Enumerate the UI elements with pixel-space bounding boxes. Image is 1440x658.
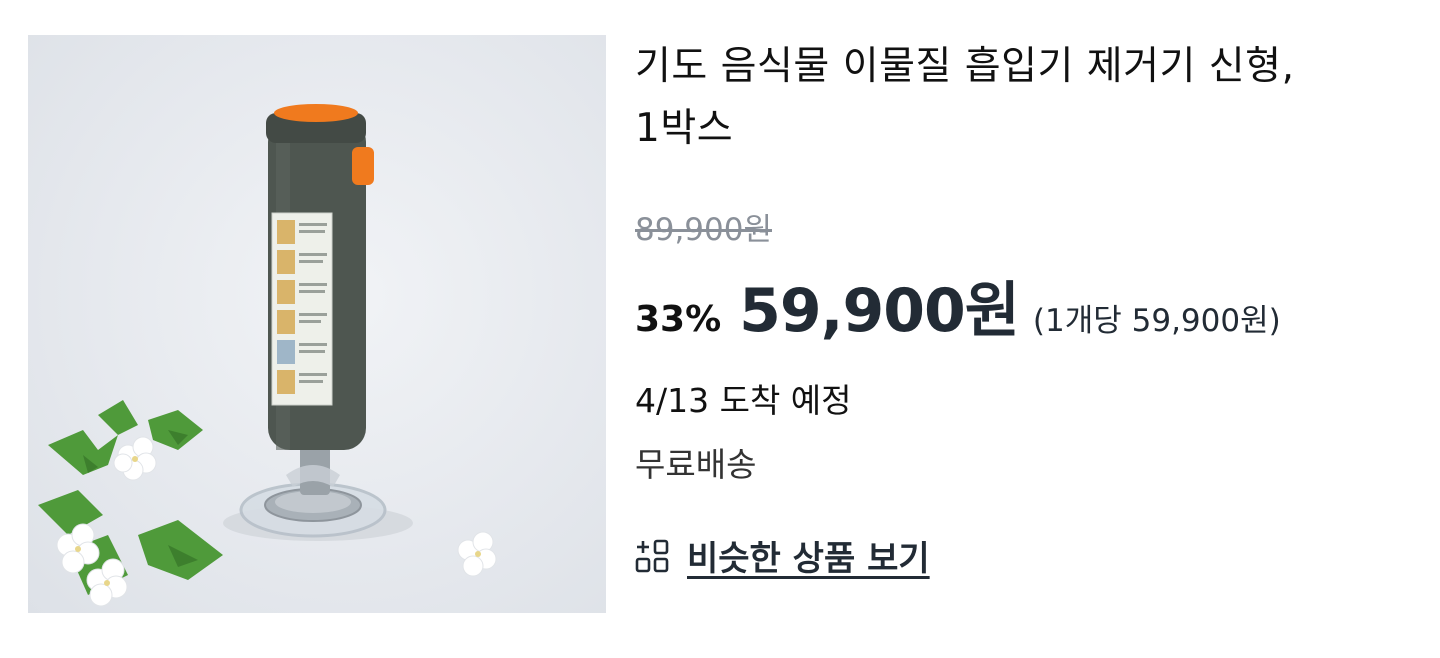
- product-title-line1: 기도 음식물 이물질 흡입기 제거기 신형,: [635, 44, 1295, 89]
- product-title-line2: 1박스: [635, 106, 734, 151]
- sale-price: 59,900원: [739, 276, 1020, 346]
- discount-rate: 33%: [635, 299, 722, 340]
- product-image[interactable]: [28, 35, 606, 613]
- grid-icon: [635, 539, 669, 572]
- original-price: 89,900원: [635, 212, 772, 248]
- similar-products-link[interactable]: 비슷한 상품 보기: [635, 531, 1415, 580]
- shipping-info: 무료배송: [635, 445, 757, 484]
- product-title: 기도 음식물 이물질 흡입기 제거기 신형, 1박스: [635, 36, 1415, 160]
- delivery-eta: 4/13 도착 예정: [635, 381, 852, 420]
- similar-products-label[interactable]: 비슷한 상품 보기: [687, 531, 930, 580]
- product-photo-illustration: [38, 104, 497, 607]
- price-row: 33% 59,900원 (1개당 59,900원): [635, 262, 1415, 349]
- product-info-panel: 기도 음식물 이물질 흡입기 제거기 신형, 1박스 89,900원 33% 5…: [635, 36, 1415, 580]
- unit-price: (1개당 59,900원): [1032, 303, 1281, 339]
